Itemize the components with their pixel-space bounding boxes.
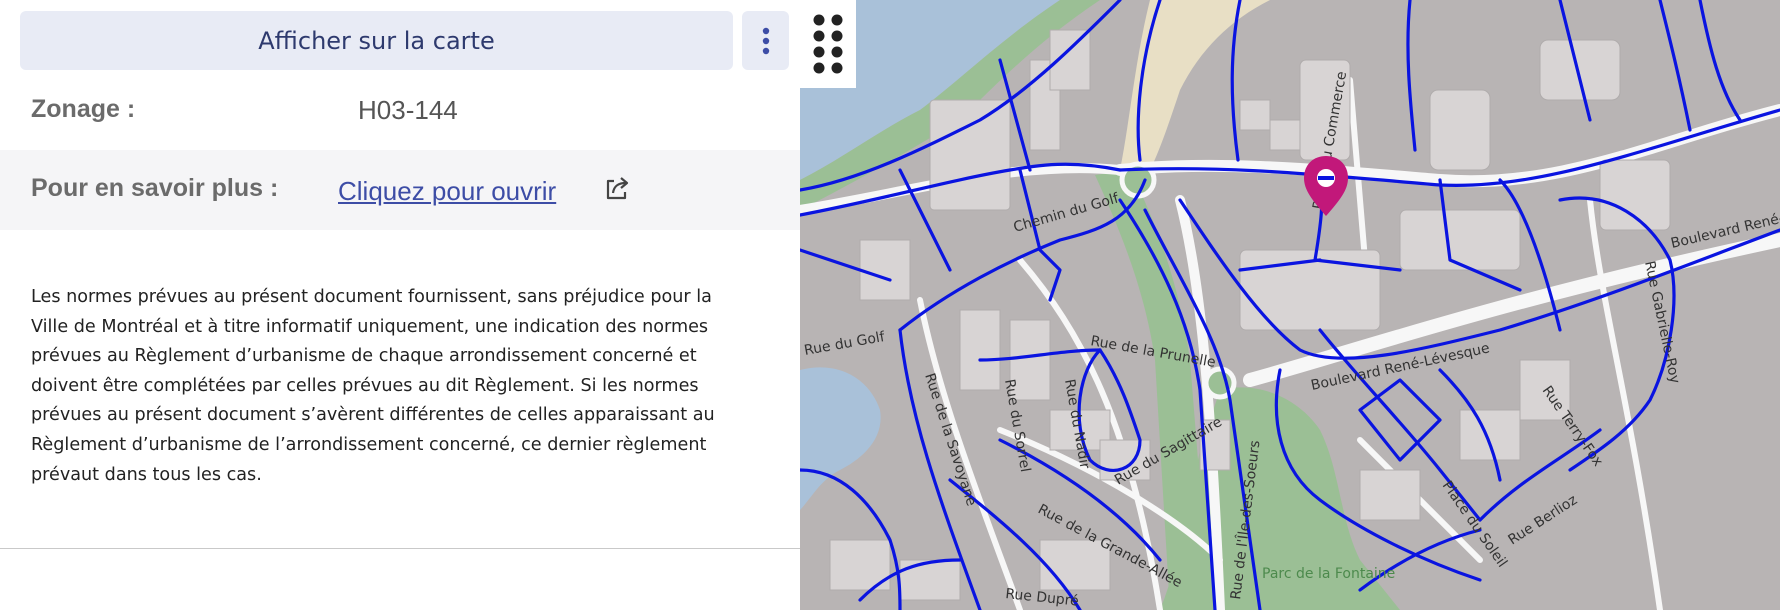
zonage-value: H03-144 [358,95,458,125]
more-info-label: Pour en savoir plus : [31,174,279,202]
divider [0,548,800,549]
disclaimer-text: Les normes prévues au présent document f… [31,287,715,485]
label-park: Parc de la Fontaine [1262,566,1395,582]
open-link[interactable]: Cliquez pour ouvrir [338,176,556,207]
zonage-row: Zonage : H03-144 [0,78,800,148]
zonage-label: Zonage : [31,95,136,123]
map-canvas[interactable]: Chemin du Golf Place du Commerce Bouleva… [800,0,1780,610]
more-info-row: Pour en savoir plus : Cliquez pour ouvri… [0,150,800,230]
drag-handle[interactable] [800,0,856,88]
vertical-dots-icon [762,27,769,54]
zoning-info-panel: Afficher sur la carte Zonage : H03-144 P… [0,0,800,610]
map-view[interactable]: Chemin du Golf Place du Commerce Bouleva… [800,0,1780,610]
grip-dots-icon [813,14,843,74]
more-options-button[interactable] [742,11,789,70]
share-icon[interactable] [602,173,632,203]
show-on-map-button[interactable]: Afficher sur la carte [20,11,733,70]
